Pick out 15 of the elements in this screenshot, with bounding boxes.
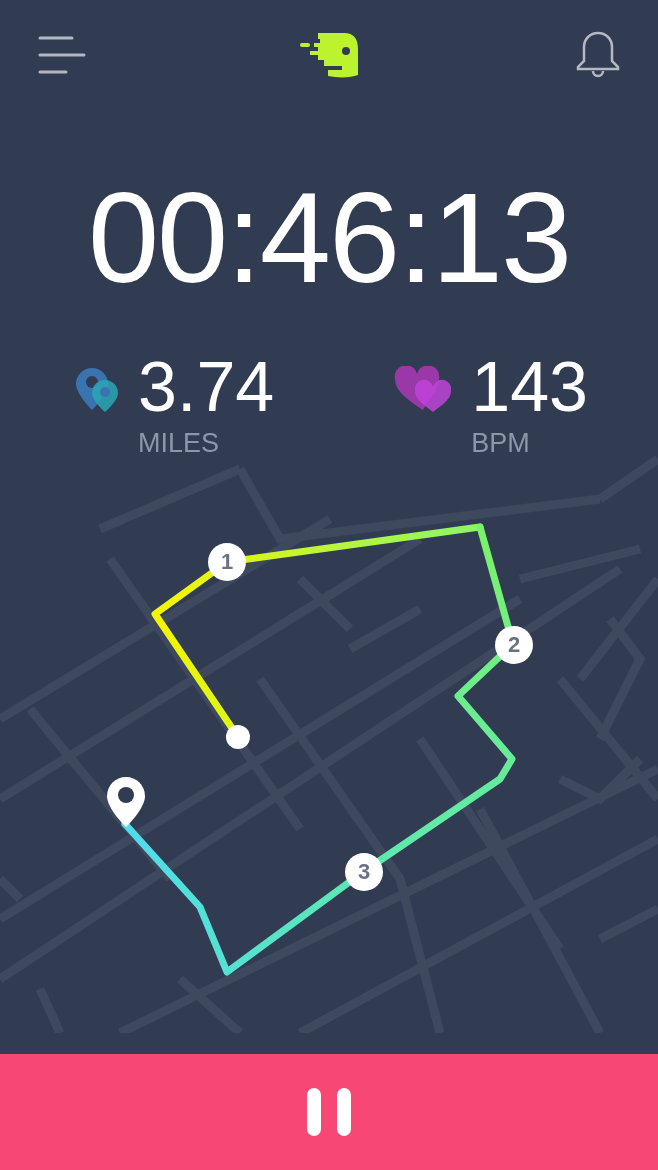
hearts-icon — [393, 366, 454, 412]
location-pin-icon — [107, 777, 145, 827]
location-pins-icon — [74, 366, 120, 412]
menu-icon[interactable] — [38, 35, 86, 75]
stat-unit: BPM — [471, 428, 531, 459]
elapsed-time: 00:46:13 — [86, 174, 572, 302]
notification-bell-icon[interactable] — [576, 31, 620, 79]
pause-icon — [307, 1088, 351, 1136]
start-dot — [226, 725, 250, 749]
stat-value: 3.74 — [138, 352, 275, 422]
stat-value: 143 — [471, 352, 588, 422]
lap-marker: 3 — [345, 853, 383, 891]
stat-unit: MILES — [138, 428, 221, 459]
lap-marker: 2 — [495, 626, 533, 664]
lap-marker: 1 — [208, 543, 246, 581]
